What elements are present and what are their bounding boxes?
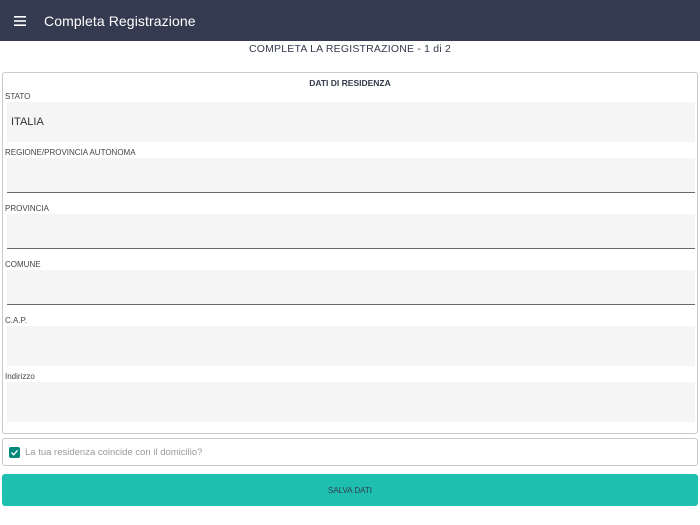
comune-field[interactable] xyxy=(7,270,695,305)
domicile-checkbox[interactable] xyxy=(9,446,20,458)
save-button[interactable]: SALVA DATI xyxy=(2,474,698,506)
regione-field[interactable] xyxy=(7,158,695,193)
domicile-check-label: La tua residenza coincide con il domicil… xyxy=(25,446,203,458)
stato-label: STATO xyxy=(5,92,31,101)
indirizzo-field[interactable] xyxy=(7,382,695,422)
indirizzo-label: Indirizzo xyxy=(5,372,35,381)
regione-label: REGIONE/PROVINCIA AUTONOMA xyxy=(5,148,136,157)
domicile-check-row[interactable]: La tua residenza coincide con il domicil… xyxy=(2,438,698,466)
menu-button[interactable] xyxy=(0,0,40,41)
provincia-label: PROVINCIA xyxy=(5,204,50,213)
provincia-field[interactable] xyxy=(7,214,695,249)
section-title: DATI DI RESIDENZA xyxy=(309,78,391,88)
step-title: COMPLETA LA REGISTRAZIONE - 1 di 2 xyxy=(248,43,452,55)
residence-card: DATI DI RESIDENZA STATO ITALIA REGIONE/P… xyxy=(2,72,698,434)
app-title: Completa Registrazione xyxy=(44,12,196,29)
stato-field[interactable]: ITALIA xyxy=(7,102,695,142)
stato-value: ITALIA xyxy=(11,116,44,128)
comune-label: COMUNE xyxy=(5,260,41,269)
app-bar: Completa Registrazione xyxy=(0,0,700,41)
hamburger-menu-icon xyxy=(14,15,26,26)
cap-label: C.A.P. xyxy=(5,316,28,325)
cap-field[interactable] xyxy=(7,326,695,366)
check-icon xyxy=(11,449,19,456)
